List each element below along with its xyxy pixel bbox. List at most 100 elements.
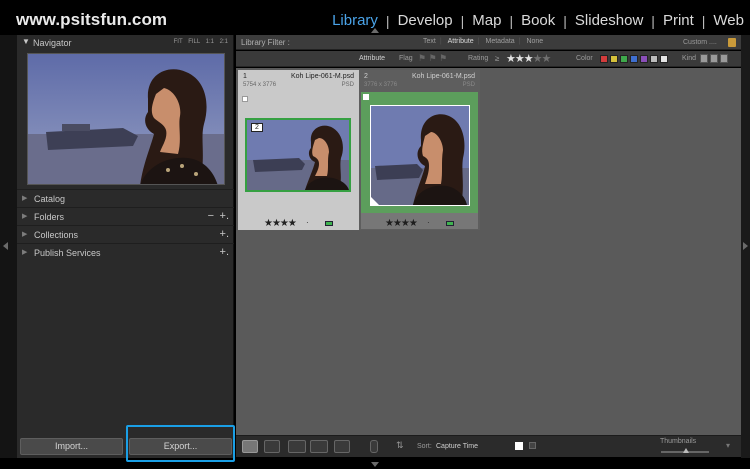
flag-filter-icons[interactable]: ⚑ ⚑ ⚑ <box>418 53 447 64</box>
library-filter-title: Library Filter : <box>241 38 290 47</box>
thumbnails-label: Thumbnails <box>660 438 697 445</box>
module-picker: Library | Develop | Map | Book | Slidesh… <box>332 12 744 29</box>
color-filter-none[interactable] <box>660 55 668 63</box>
folders-section[interactable]: ▶ Folders − +. <box>17 207 234 225</box>
color-filter-red[interactable] <box>600 55 608 63</box>
color-filter-blue[interactable] <box>630 55 638 63</box>
pick-flag-icon[interactable] <box>242 96 248 102</box>
filter-tab-divider: | <box>477 38 480 45</box>
module-web[interactable]: Web <box>713 12 744 29</box>
flag-label: Flag <box>399 55 413 62</box>
module-separator: | <box>701 12 706 29</box>
color-filter-green[interactable] <box>620 55 628 63</box>
sort-label: Sort: <box>417 443 432 450</box>
thumbnail[interactable]: 2 <box>245 118 351 192</box>
add-folder-button[interactable]: +. <box>220 210 229 222</box>
collections-section[interactable]: ▶ Collections +. <box>17 225 234 243</box>
module-develop[interactable]: Develop <box>398 12 453 29</box>
lock-icon[interactable] <box>728 38 736 47</box>
grid-view: 1 Koh Lipe-061-M.psd 5754 x 3776 PSD 2 ★… <box>236 68 741 435</box>
navigator-zoom-options[interactable]: FIT FILL 1:1 2:1 <box>174 39 228 45</box>
cell-footer <box>361 213 478 229</box>
color-label-icon[interactable] <box>446 221 454 226</box>
navigator-preview[interactable] <box>27 53 225 185</box>
loupe-view-icon[interactable] <box>264 440 280 453</box>
compare-view-icon[interactable] <box>288 440 306 453</box>
filter-tab-metadata[interactable]: Metadata <box>485 38 514 45</box>
people-view-icon[interactable] <box>334 440 350 453</box>
folders-label: Folders <box>34 212 65 222</box>
module-library[interactable]: Library <box>332 12 378 29</box>
expand-caret-icon: ▶ <box>22 231 28 238</box>
grid-cell-selected[interactable]: 2 Koh Lipe-061-M.psd 3776 x 3776 PSD ★★★… <box>359 70 480 230</box>
add-publish-service-button[interactable]: +. <box>220 246 229 258</box>
crop-badge-icon <box>371 197 379 205</box>
export-highlight-box <box>126 425 235 462</box>
rating-filled-stars: ★★★ <box>506 53 534 65</box>
painter-icon[interactable] <box>370 440 378 453</box>
module-print[interactable]: Print <box>663 12 694 29</box>
pick-flag-icon[interactable] <box>363 94 369 100</box>
color-filter-purple[interactable] <box>640 55 648 63</box>
module-separator: | <box>563 12 567 29</box>
survey-view-icon[interactable] <box>310 440 328 453</box>
rating-filter-stars[interactable]: ★★★★★ <box>506 52 551 65</box>
cell-rating-dot: · <box>306 218 309 227</box>
module-separator: | <box>509 12 514 29</box>
add-collection-button[interactable]: +. <box>220 228 229 240</box>
cell-dimensions: 5754 x 3776 <box>243 82 277 88</box>
navigator-title: Navigator <box>33 38 72 48</box>
module-book[interactable]: Book <box>521 12 555 29</box>
cell-dimensions: 3776 x 3776 <box>364 82 398 88</box>
stack-count-badge[interactable]: 2 <box>251 123 263 132</box>
cell-rating-dot: · <box>427 218 430 227</box>
filter-preset-dropdown[interactable]: Custom .... <box>683 39 717 46</box>
filter-tab-divider: | <box>518 38 521 45</box>
color-filter-yellow[interactable] <box>610 55 618 63</box>
cell-index: 1 <box>243 73 247 80</box>
toolbar-menu-icon[interactable]: ▾ <box>726 441 730 450</box>
cell-rating-stars[interactable]: ★★★★ <box>264 218 297 229</box>
publish-services-section[interactable]: ▶ Publish Services +. <box>17 243 234 261</box>
publish-services-label: Publish Services <box>34 248 101 258</box>
import-button[interactable]: Import... <box>20 438 123 455</box>
collapse-top-panel-icon[interactable] <box>371 28 379 33</box>
cell-extension: PSD <box>341 82 354 88</box>
cell-filename: Koh Lipe-061-M.psd <box>411 73 475 80</box>
kind-label: Kind <box>682 55 697 62</box>
grid-view-icon[interactable] <box>242 440 258 453</box>
grid-cell[interactable]: 1 Koh Lipe-061-M.psd 5754 x 3776 PSD 2 ★… <box>238 70 359 230</box>
identity-plate: www.psitsfun.com <box>16 10 168 29</box>
kind-video-icon[interactable] <box>720 54 728 63</box>
kind-virtual-copy-icon[interactable] <box>710 54 718 63</box>
filter-tabs: Text | Attribute | Metadata | None <box>419 38 547 45</box>
cell-rating-stars[interactable]: ★★★★ <box>385 218 418 229</box>
catalog-section[interactable]: ▶ Catalog <box>17 189 234 207</box>
expand-caret-icon: ▶ <box>22 195 28 202</box>
filter-tab-attribute[interactable]: Attribute <box>448 38 474 45</box>
expand-caret-icon: ▶ <box>22 249 28 256</box>
collapse-left-panel-icon[interactable] <box>3 242 8 250</box>
module-map[interactable]: Map <box>472 12 501 29</box>
sort-dropdown[interactable]: Capture Time <box>436 443 478 450</box>
filter-tab-text[interactable]: Text <box>423 38 436 45</box>
color-label-icon[interactable] <box>325 221 333 226</box>
remove-folder-button[interactable]: − <box>208 210 214 222</box>
collapse-filmstrip-icon[interactable] <box>371 462 379 467</box>
filter-tab-none[interactable]: None <box>526 38 543 45</box>
module-slideshow[interactable]: Slideshow <box>575 12 643 29</box>
module-separator: | <box>651 12 655 29</box>
color-filter-custom[interactable] <box>650 55 658 63</box>
reject-flag-icon[interactable] <box>529 442 536 449</box>
collapse-right-panel-icon[interactable] <box>743 242 748 250</box>
catalog-label: Catalog <box>34 194 66 204</box>
sort-direction-icon[interactable]: ⇅ <box>396 440 404 451</box>
kind-master-icon[interactable] <box>700 54 708 63</box>
navigator-photo <box>28 54 224 184</box>
filter-tab-divider: | <box>439 38 442 45</box>
navigator-header[interactable]: ▼ Navigator FIT FILL 1:1 2:1 <box>17 35 234 51</box>
rating-operator[interactable]: ≥ <box>495 54 499 63</box>
thumbnail-size-knob[interactable] <box>683 448 689 453</box>
set-flag-icon[interactable] <box>515 442 523 450</box>
thumbnail[interactable] <box>370 105 470 206</box>
